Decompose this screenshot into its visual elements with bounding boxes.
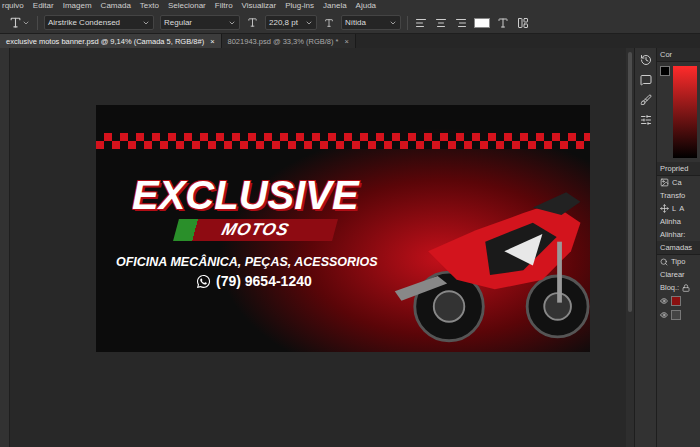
- properties-tab[interactable]: Propried: [657, 162, 700, 176]
- banner-services[interactable]: OFICINA MECÂNICA, PEÇAS, ACESSORIOS: [116, 255, 390, 269]
- right-panels: CorPropriedCaTransfoLAAlinhaAlinhar:Cama…: [656, 48, 700, 447]
- menu-item[interactable]: Janela: [323, 2, 347, 10]
- document-tabs: exclusive motos banner.psd @ 9,14% (Cama…: [0, 34, 700, 48]
- menu-item[interactable]: Imagem: [63, 2, 92, 10]
- align-label: Alinhar:: [657, 228, 700, 241]
- adjustments-icon[interactable]: [640, 114, 652, 126]
- checkered-strip: [96, 133, 590, 149]
- font-family-field[interactable]: Airstrike Condensed: [44, 15, 154, 30]
- character-panel-icon[interactable]: [516, 17, 530, 29]
- banner-subtitle[interactable]: MOTOS: [219, 220, 291, 240]
- menu-item[interactable]: Filtro: [215, 2, 233, 10]
- menu-item[interactable]: Visualizar: [242, 2, 277, 10]
- foreground-color[interactable]: [660, 66, 670, 76]
- menu-item[interactable]: rquivo: [2, 2, 24, 10]
- scroll-thumb[interactable]: [628, 52, 632, 312]
- close-button[interactable]: ×: [210, 37, 214, 46]
- close-button[interactable]: ×: [345, 37, 349, 46]
- transform-fields: LA: [657, 202, 700, 215]
- vertical-scrollbar[interactable]: [626, 48, 634, 447]
- banner-title[interactable]: EXCLUSIVE: [116, 175, 390, 215]
- menu-item[interactable]: Texto: [140, 2, 159, 10]
- history-icon[interactable]: [640, 54, 652, 66]
- align-section: Alinha: [657, 215, 700, 228]
- menu-item[interactable]: Editar: [33, 2, 54, 10]
- font-style-field[interactable]: Regular: [160, 15, 240, 30]
- warp-text-icon[interactable]: [496, 17, 510, 29]
- separator: [407, 16, 408, 30]
- panel-icons: [634, 48, 656, 447]
- comments-icon[interactable]: [640, 74, 652, 86]
- photoshop-window: rquivo Editar Imagem Camada Texto Selecionar F…: [0, 0, 700, 447]
- properties-item: Ca: [657, 176, 700, 189]
- color-picker[interactable]: [657, 62, 700, 162]
- align-right-icon[interactable]: [454, 17, 468, 29]
- banner-document[interactable]: EXCLUSIVE MOTOS OFICINA MECÂNICA, PEÇAS, A…: [96, 105, 590, 352]
- menu-item[interactable]: Plug-ins: [285, 2, 314, 10]
- motorcycle-icon: [390, 183, 590, 348]
- tool-strip: [0, 48, 10, 447]
- blend-mode[interactable]: Clarear: [657, 268, 700, 281]
- color-gradient[interactable]: [673, 66, 697, 158]
- align-center-icon[interactable]: [434, 17, 448, 29]
- whatsapp-icon: [196, 274, 211, 289]
- text-color-swatch[interactable]: [474, 18, 490, 28]
- type-tool-icon[interactable]: [8, 16, 31, 29]
- menu-bar: rquivo Editar Imagem Camada Texto Selecionar F…: [0, 0, 700, 12]
- antialias-field[interactable]: Nítida: [341, 15, 401, 30]
- transform-section: Transfo: [657, 189, 700, 202]
- layer-row[interactable]: [657, 294, 700, 308]
- menu-item[interactable]: Selecionar: [168, 2, 206, 10]
- lock-row: Bloq.:: [657, 281, 700, 294]
- separator: [37, 16, 38, 30]
- layers-tab[interactable]: Camadas: [657, 241, 700, 255]
- subtitle-bar: MOTOS: [173, 219, 338, 241]
- font-size-icon: [246, 17, 259, 28]
- menu-item[interactable]: Ajuda: [356, 2, 376, 10]
- document-tab[interactable]: exclusive motos banner.psd @ 9,14% (Cama…: [0, 34, 222, 48]
- document-tab[interactable]: 8021943.psd @ 33,3% (RGB/8) *×: [222, 34, 356, 48]
- banner-phone[interactable]: (79) 9654-1240: [196, 273, 390, 289]
- options-bar: Airstrike Condensed Regular 220,8 pt Nítida: [0, 12, 700, 34]
- layer-filter[interactable]: Tipo: [657, 255, 700, 268]
- canvas-area: EXCLUSIVE MOTOS OFICINA MECÂNICA, PEÇAS, A…: [10, 48, 626, 447]
- menu-item[interactable]: Camada: [101, 2, 131, 10]
- color-tab[interactable]: Cor: [657, 48, 700, 62]
- layer-row[interactable]: [657, 308, 700, 322]
- brush-icon[interactable]: [640, 94, 652, 106]
- align-left-icon[interactable]: [414, 17, 428, 29]
- transform-label: L: [672, 204, 676, 213]
- transform-label: A: [679, 204, 684, 213]
- font-size-field[interactable]: 220,8 pt: [265, 15, 317, 30]
- antialias-icon: [323, 18, 335, 28]
